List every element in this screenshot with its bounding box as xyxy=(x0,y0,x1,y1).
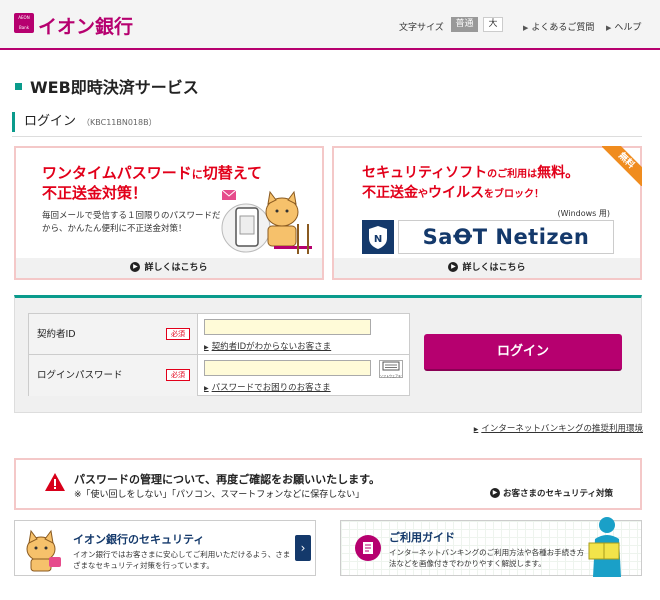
shield-icon: N xyxy=(362,220,394,254)
recommended-environment-link[interactable]: ▶ インターネットバンキングの推奨利用環境 xyxy=(474,422,643,434)
promo-left-h1c: 切替えて xyxy=(202,164,262,182)
font-size-large-button[interactable]: 大 xyxy=(483,17,503,32)
security-measures-link[interactable]: ▶ お客さまのセキュリティ対策 xyxy=(490,487,613,499)
password-row: ログインパスワード 必須 ソフトウェアキーボード ▶パスワードでお困りのお客さま xyxy=(29,355,409,396)
chevron-right-icon: ▶ xyxy=(130,261,141,272)
chevron-right-icon: ▶ xyxy=(606,24,612,32)
warning-note: ※「使い回しをしない」「パソコン、スマートフォンなどに保存しない」 xyxy=(74,490,365,500)
promo-right-details-link[interactable]: ▶ 詳しくはこちら xyxy=(334,258,640,278)
security-card-title: イオン銀行のセキュリティ xyxy=(73,533,205,546)
windows-note: (Windows 用) xyxy=(557,209,611,218)
promo-right-headline-1: セキュリティソフトのご利用は無料。 xyxy=(362,162,579,182)
free-ribbon-text: 無料 xyxy=(602,146,642,186)
promo-left-details-label: 詳しくはこちら xyxy=(144,263,208,273)
promo-right-h1c: 無料。 xyxy=(537,165,580,181)
promo-right-headline-2: 不正送金やウイルスをブロック！ xyxy=(362,182,544,202)
promo-left-description: 毎回メールで受信する１回限りのパスワードだから、かんたん便利に不正送金対策！ xyxy=(42,211,221,234)
chevron-right-icon[interactable]: › xyxy=(295,535,311,561)
recommended-environment-label: インターネットバンキングの推奨利用環境 xyxy=(481,424,643,434)
faq-link[interactable]: ▶ よくあるご質問 xyxy=(523,20,594,33)
aeon-bank-logo-icon[interactable]: AEON Bank xyxy=(14,13,34,33)
password-input[interactable] xyxy=(204,360,371,376)
promo-right-h2d: をブロック！ xyxy=(484,189,544,200)
onetime-password-promo[interactable]: ワンタイムパスワードに切替えて 不正送金対策！ 毎回メールで受信する１回限りのパ… xyxy=(14,146,324,280)
security-card-description: イオン銀行ではお客さまに安心してご利用いただけるよう、さまざまなセキュリティ対策… xyxy=(73,550,291,570)
faq-link-label: よくあるご質問 xyxy=(531,23,595,33)
software-keyboard-icon[interactable]: ソフトウェアキーボード xyxy=(379,360,403,378)
site-header: AEON Bank イオン銀行 文字サイズ 普通 大 ▶ よくあるご質問 ▶ ヘルプ xyxy=(0,0,660,50)
font-size-label: 文字サイズ xyxy=(399,23,444,33)
user-guide-description: インターネットバンキングのご利用方法や各種お手続き方法などを画像付きでわかりやす… xyxy=(389,548,585,568)
aeon-security-card[interactable]: イオン銀行のセキュリティ イオン銀行ではお客さまに安心してご利用いただけるよう、… xyxy=(14,520,316,576)
login-heading-text: ログイン xyxy=(24,114,77,129)
contract-id-row: 契約者ID 必須 ▶ 契約者IDがわからないお客さま xyxy=(29,314,409,355)
book-icon xyxy=(363,542,373,554)
screen-code: （KBC11BN018B） xyxy=(82,118,157,127)
logo-text[interactable]: イオン銀行 xyxy=(38,12,133,39)
chevron-right-icon: ▶ xyxy=(204,344,209,351)
promo-right-h1b: のご利用は xyxy=(487,169,538,180)
keyboard-label: ソフトウェアキーボード xyxy=(380,374,402,378)
svg-text:N: N xyxy=(374,234,382,245)
required-badge: 必須 xyxy=(166,369,190,381)
warning-headline: パスワードの管理について、再度ご確認をお願いいたします。 xyxy=(74,473,381,486)
contract-id-input[interactable] xyxy=(204,319,371,335)
password-help-link[interactable]: ▶ パスワードでお困りのお客さま xyxy=(204,381,331,393)
promo-right-h2c: ウイルス xyxy=(428,185,484,201)
login-panel: 契約者ID 必須 ▶ 契約者IDがわからないお客さま ログインパスワード 必須 ソ… xyxy=(14,295,642,413)
chevron-right-icon: ▶ xyxy=(473,426,479,433)
help-link[interactable]: ▶ ヘルプ xyxy=(606,20,641,33)
free-ribbon: 無料 xyxy=(602,146,642,186)
promo-right-h2b: や xyxy=(418,189,428,200)
cat-with-phone-illustration-icon xyxy=(221,189,312,254)
divider xyxy=(12,136,642,137)
required-badge: 必須 xyxy=(166,328,190,340)
cat-mascot-icon xyxy=(26,529,61,572)
promo-left-h1a: ワンタイムパスワード xyxy=(42,164,192,182)
chevron-right-icon: ▶ xyxy=(523,24,529,32)
promo-left-h1b: に xyxy=(191,168,203,181)
logo-small-text: AEON Bank xyxy=(18,15,30,30)
promo-left-headline-1: ワンタイムパスワードに切替えて xyxy=(42,162,262,183)
login-form-table: 契約者ID 必須 ▶ 契約者IDがわからないお客さま ログインパスワード 必須 ソ… xyxy=(28,313,410,396)
chevron-right-icon: ▶ xyxy=(448,261,459,272)
promo-right-details-label: 詳しくはこちら xyxy=(462,263,526,273)
help-link-label: ヘルプ xyxy=(614,23,642,33)
promo-right-h1a: セキュリティソフト xyxy=(362,165,488,181)
login-button[interactable]: ログイン xyxy=(424,334,622,371)
page-title-text: WEB即時決済サービス xyxy=(30,78,199,97)
font-size-standard-button[interactable]: 普通 xyxy=(451,17,478,32)
guide-book-icon xyxy=(355,535,381,561)
login-heading: ログイン （KBC11BN018B） xyxy=(12,112,157,132)
security-measures-label: お客さまのセキュリティ対策 xyxy=(503,489,613,499)
password-warning-box: パスワードの管理について、再度ご確認をお願いいたします。 ※「使い回しをしない」… xyxy=(14,458,642,510)
chevron-right-icon: ▶ xyxy=(490,487,500,498)
keyboard-icon xyxy=(382,361,400,371)
forgot-contract-id-label: 契約者IDがわからないお客さま xyxy=(211,342,332,352)
warning-icon xyxy=(45,473,65,491)
user-guide-card[interactable]: ご利用ガイド インターネットバンキングのご利用方法や各種お手続き方法などを画像付… xyxy=(340,517,642,577)
promo-left-headline-2: 不正送金対策！ xyxy=(42,184,148,202)
promo-right-h2a: 不正送金 xyxy=(362,185,418,201)
promo-left-details-link[interactable]: ▶ 詳しくはこちら xyxy=(16,258,322,278)
person-reading-icon xyxy=(588,517,621,577)
password-help-label: パスワードでお困りのお客さま xyxy=(211,383,331,393)
chevron-right-icon: ▶ xyxy=(204,385,209,392)
square-bullet-icon xyxy=(15,83,22,90)
forgot-contract-id-link[interactable]: ▶ 契約者IDがわからないお客さま xyxy=(204,340,331,352)
user-guide-title: ご利用ガイド xyxy=(389,531,455,544)
security-software-promo[interactable]: 無料 セキュリティソフトのご利用は無料。 不正送金やウイルスをブロック！ (Wi… xyxy=(332,146,642,280)
page-title: WEB即時決済サービス xyxy=(15,74,199,98)
saot-netizen-logo: SaꝊT Netizen xyxy=(398,220,614,254)
